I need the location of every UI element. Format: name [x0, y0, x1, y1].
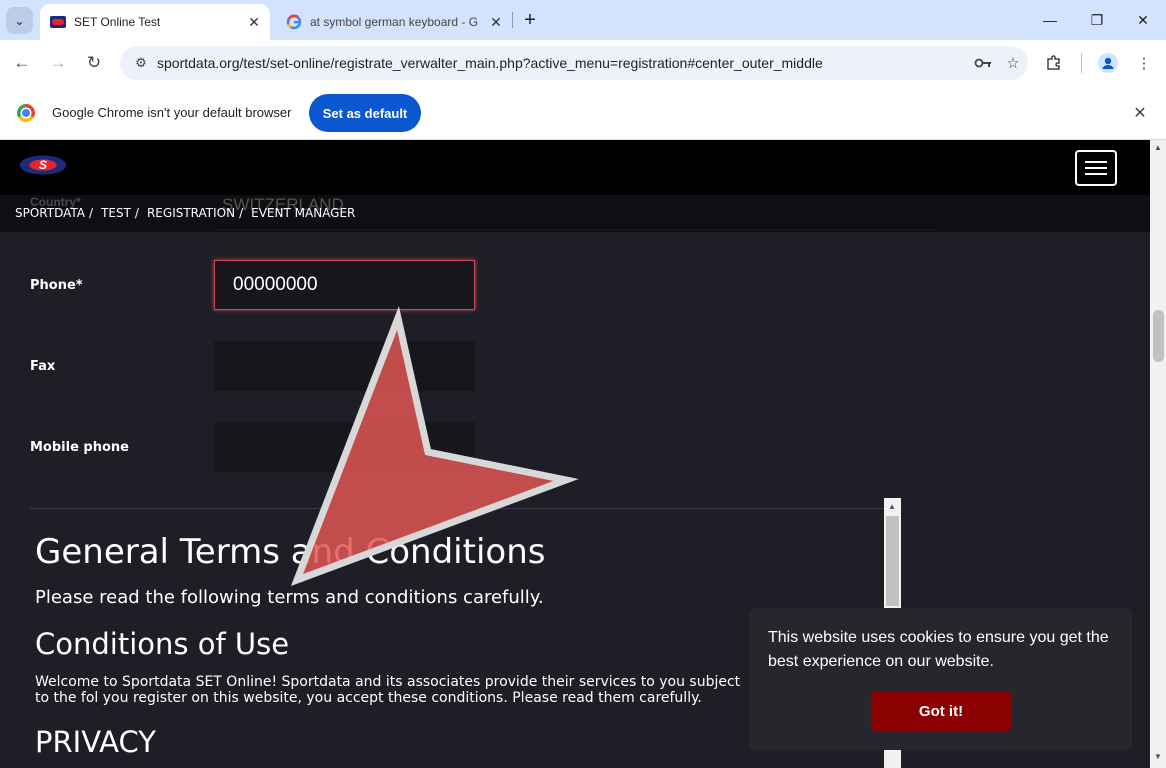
- profile-icon[interactable]: [1094, 49, 1122, 77]
- page-scrollbar[interactable]: ▲ ▼: [1150, 140, 1166, 768]
- bookmark-star-icon[interactable]: ☆: [998, 48, 1028, 78]
- browser-toolbar: ← → ↻ ⚙ sportdata.org/test/set-online/re…: [0, 40, 1166, 86]
- url-text[interactable]: sportdata.org/test/set-online/registrate…: [157, 55, 968, 71]
- tab-title: at symbol german keyboard - G: [310, 15, 479, 29]
- tab-separator: [512, 12, 513, 28]
- new-tab-icon[interactable]: +: [518, 8, 542, 32]
- minimize-icon[interactable]: —: [1027, 0, 1073, 40]
- close-icon[interactable]: ✕: [244, 12, 264, 32]
- sportdata-icon: [50, 14, 66, 30]
- tab-search-button[interactable]: ⌄: [6, 7, 33, 34]
- breadcrumb-sportdata[interactable]: SPORTDATA: [15, 206, 85, 220]
- default-browser-infobar: Google Chrome isn't your default browser…: [0, 86, 1166, 140]
- set-as-default-button[interactable]: Set as default: [309, 94, 421, 132]
- privacy-heading: PRIVACY: [35, 725, 156, 759]
- hamburger-menu-icon[interactable]: [1075, 150, 1117, 186]
- restore-icon[interactable]: ❐: [1074, 0, 1120, 40]
- mobile-phone-label: Mobile phone: [30, 440, 129, 455]
- back-icon[interactable]: ←: [8, 49, 36, 77]
- chevron-down-icon: ⌄: [14, 13, 25, 28]
- cookie-banner: This website uses cookies to ensure you …: [749, 608, 1132, 750]
- breadcrumb: SPORTDATA / TEST / REGISTRATION / EVENT MAN…: [15, 206, 356, 220]
- google-icon: [286, 14, 302, 30]
- window-close-icon[interactable]: ✕: [1120, 0, 1166, 40]
- phone-label: Phone*: [30, 278, 83, 293]
- web-page: S Country* SWITZERLAND SPORTDATA / TEST / …: [0, 140, 1150, 768]
- divider: [30, 508, 885, 509]
- tab-strip: ⌄ SET Online Test ✕ at symbol german key…: [0, 0, 1166, 40]
- terms-subtitle: Please read the following terms and cond…: [35, 587, 544, 608]
- cookie-message: This website uses cookies to ensure you …: [768, 629, 1109, 670]
- site-navbar: S: [0, 140, 1150, 195]
- mobile-phone-input[interactable]: [214, 422, 475, 472]
- terms-title: General Terms and Conditions: [35, 532, 546, 572]
- tab-set-online-test[interactable]: SET Online Test ✕: [40, 4, 270, 40]
- phone-input[interactable]: 00000000: [214, 260, 475, 310]
- tab-title: SET Online Test: [74, 15, 161, 29]
- fax-label: Fax: [30, 359, 56, 374]
- close-icon[interactable]: ✕: [1129, 102, 1151, 124]
- key-icon[interactable]: [968, 48, 998, 78]
- site-settings-icon[interactable]: ⚙: [130, 55, 152, 71]
- breadcrumb-test[interactable]: TEST: [101, 206, 131, 220]
- fax-input[interactable]: [214, 341, 475, 391]
- page-scroll-thumb[interactable]: [1153, 310, 1164, 362]
- scroll-up-icon[interactable]: ▲: [1154, 143, 1162, 152]
- chrome-logo-icon: [17, 104, 35, 122]
- conditions-heading: Conditions of Use: [35, 627, 290, 661]
- address-bar[interactable]: ⚙ sportdata.org/test/set-online/registra…: [120, 46, 1028, 80]
- menu-dots-icon[interactable]: ⋮: [1130, 49, 1158, 77]
- reload-icon[interactable]: ↻: [80, 49, 108, 77]
- got-it-button[interactable]: Got it!: [871, 691, 1011, 731]
- scroll-up-icon[interactable]: ▲: [888, 502, 896, 511]
- infobar-message: Google Chrome isn't your default browser: [52, 105, 292, 120]
- tab-google-search[interactable]: at symbol german keyboard - G ✕: [276, 4, 512, 40]
- extensions-icon[interactable]: [1040, 49, 1068, 77]
- breadcrumb-event-manager[interactable]: EVENT MANAGER: [251, 206, 355, 220]
- toolbar-separator: [1081, 53, 1082, 73]
- forward-icon[interactable]: →: [44, 49, 72, 77]
- scroll-down-icon[interactable]: ▼: [1154, 752, 1162, 761]
- breadcrumb-bar: Country* SWITZERLAND SPORTDATA / TEST / RE…: [0, 195, 1150, 232]
- terms-scroll-thumb[interactable]: [886, 516, 899, 606]
- close-icon[interactable]: ✕: [486, 12, 506, 32]
- conditions-text: Welcome to Sportdata SET Online! Sportda…: [35, 674, 741, 706]
- breadcrumb-registration[interactable]: REGISTRATION: [147, 206, 235, 220]
- sportdata-logo[interactable]: S: [16, 154, 70, 176]
